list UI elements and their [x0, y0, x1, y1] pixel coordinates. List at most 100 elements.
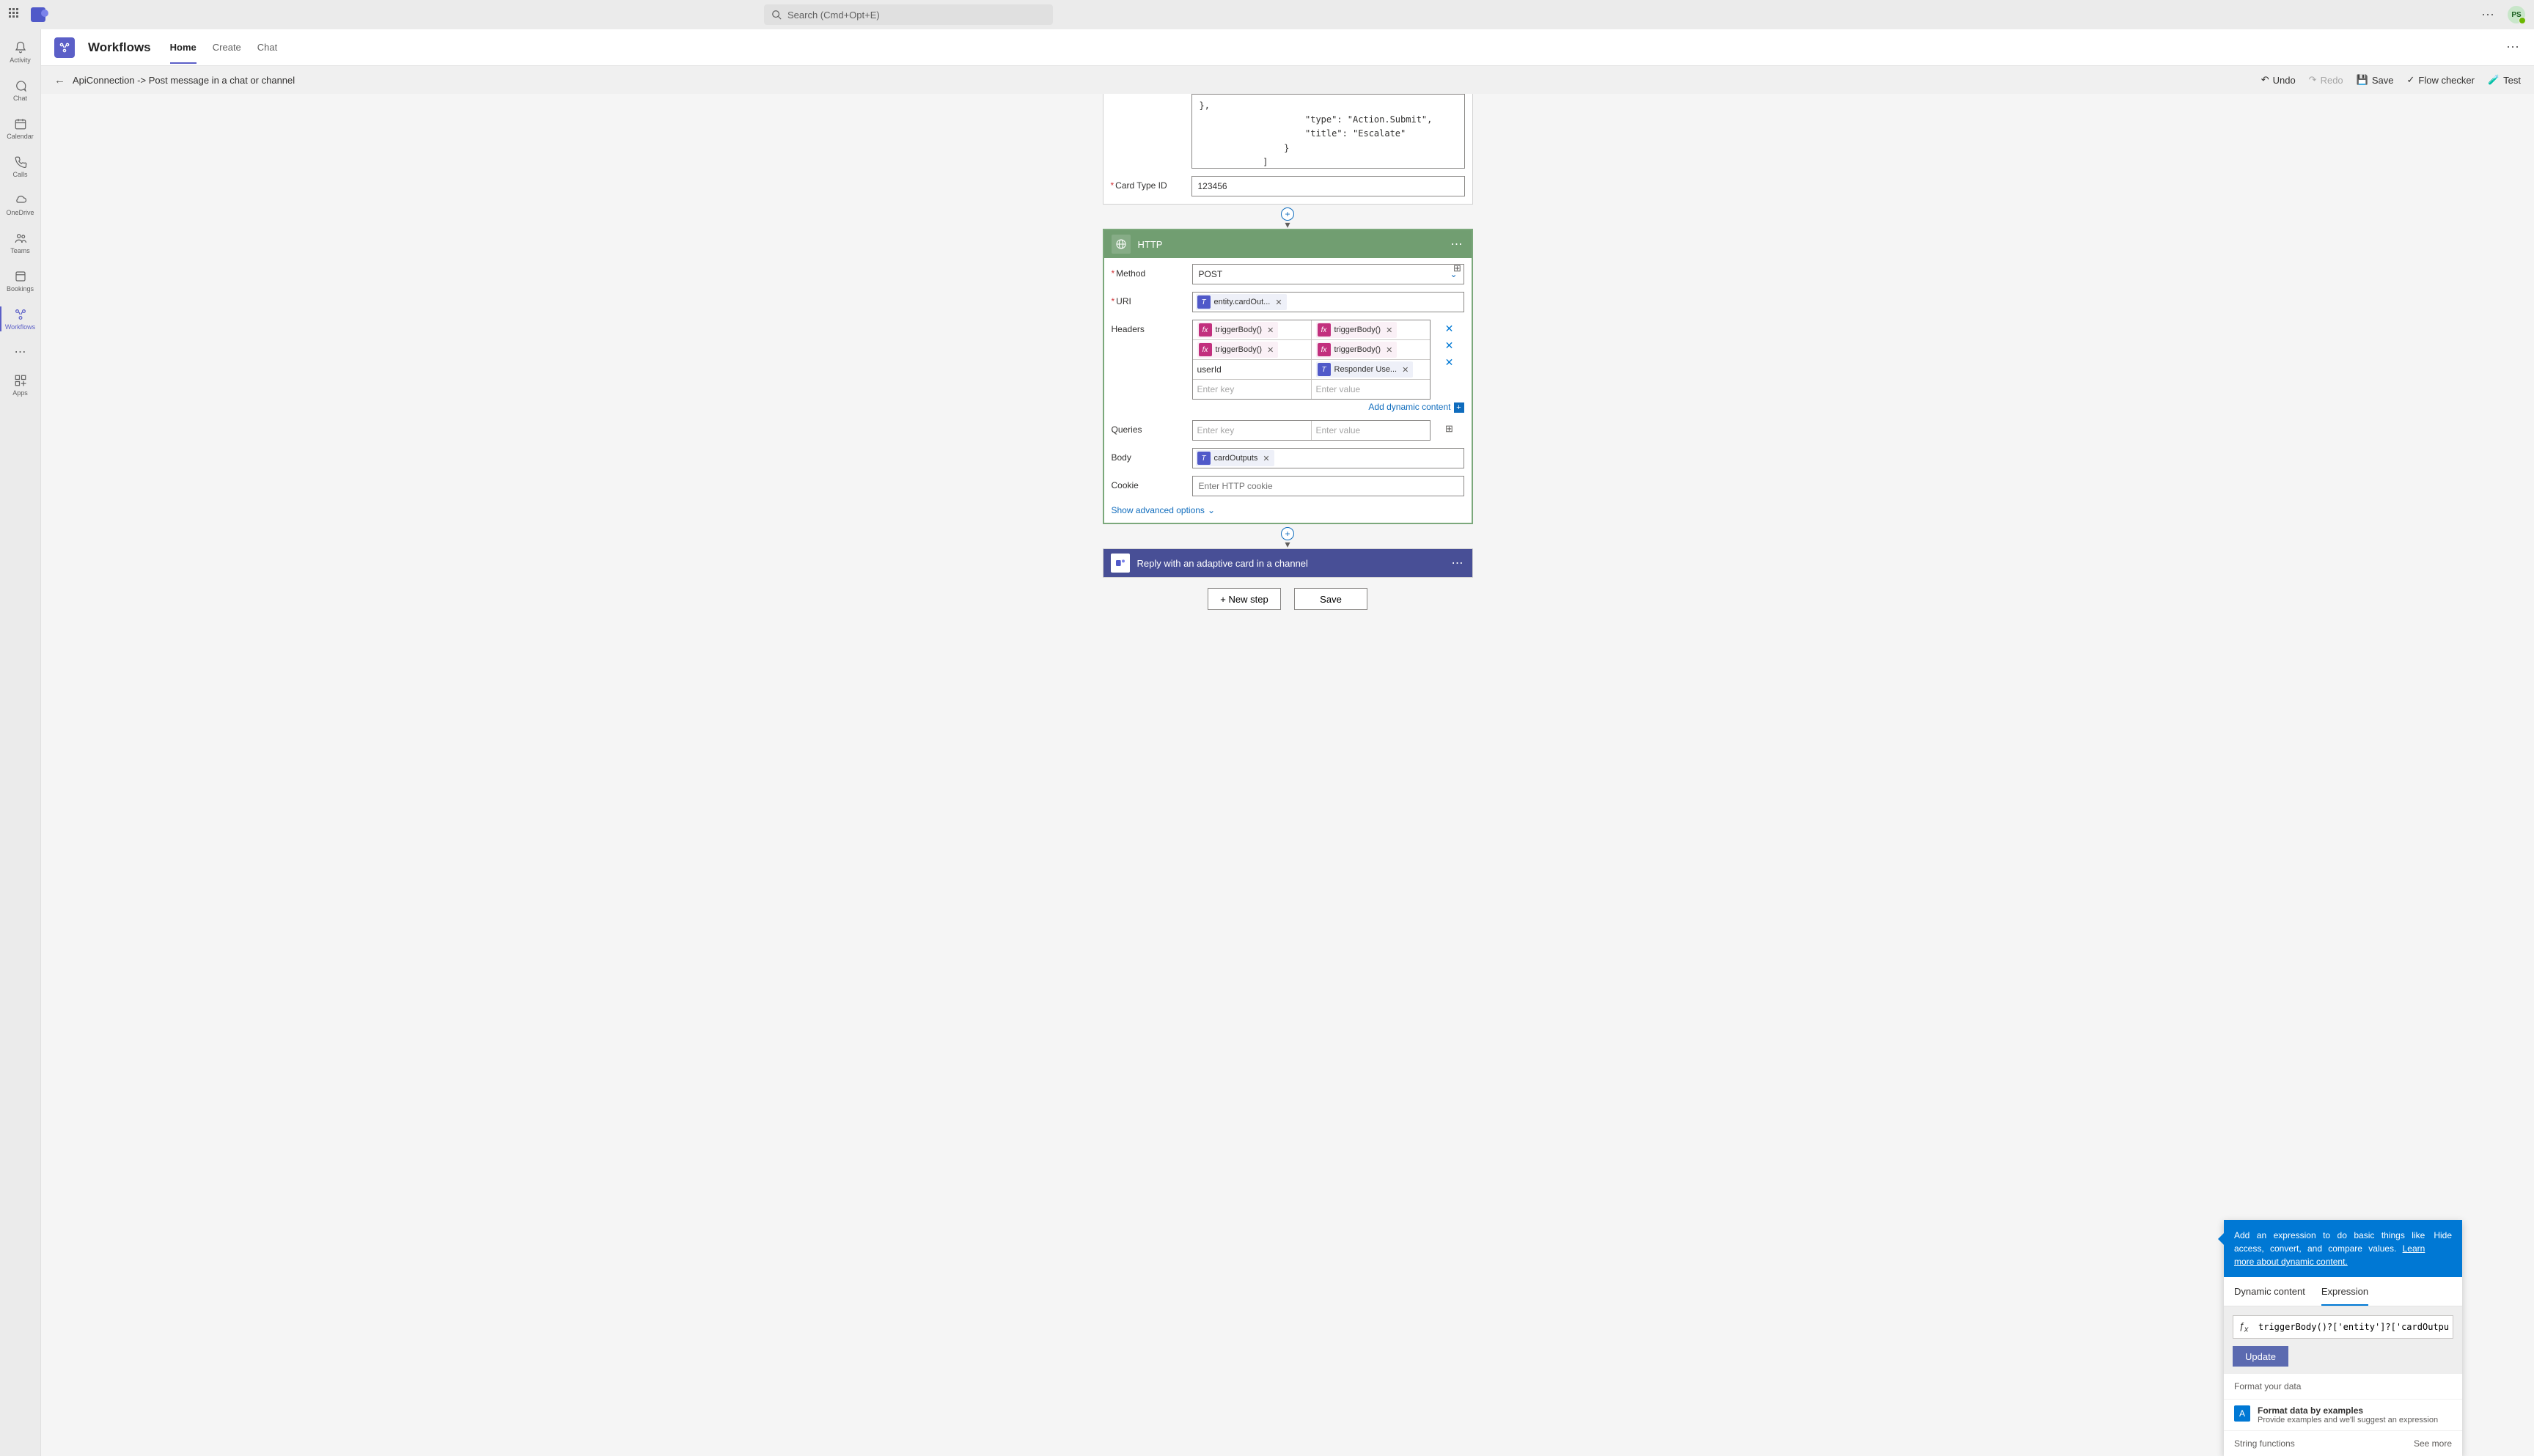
calendar-icon [13, 117, 28, 131]
back-button[interactable]: ← [54, 74, 65, 87]
show-advanced-link[interactable]: Show advanced options⌄ [1112, 505, 1464, 515]
new-step-button[interactable]: + New step [1208, 588, 1281, 610]
rail-bookings[interactable]: Bookings [0, 262, 41, 299]
header-val-token[interactable]: fxtriggerBody()✕ [1316, 342, 1398, 358]
rail-apps[interactable]: Apps [0, 367, 41, 403]
token-remove-icon[interactable]: ✕ [1384, 345, 1394, 355]
adaptive-card-json-editor[interactable]: }, "type": "Action.Submit", "title": "Es… [1191, 94, 1465, 169]
dc-tab-expression[interactable]: Expression [2321, 1277, 2368, 1306]
rail-teams[interactable]: Teams [0, 224, 41, 261]
token-remove-icon[interactable]: ✕ [1266, 326, 1275, 335]
http-card-header[interactable]: HTTP ⋯ [1104, 230, 1472, 258]
header-key-token[interactable]: fxtriggerBody()✕ [1197, 322, 1279, 338]
card-reply-adaptive[interactable]: Reply with an adaptive card in a channel… [1103, 548, 1473, 578]
dc-tab-dynamic[interactable]: Dynamic content [2234, 1277, 2305, 1306]
canvas-save-button[interactable]: Save [1294, 588, 1367, 610]
global-search[interactable]: Search (Cmd+Opt+E) [764, 4, 1053, 25]
header-val-token[interactable]: TResponder Use...✕ [1316, 361, 1414, 378]
expression-update-button[interactable]: Update [2233, 1346, 2288, 1367]
workflow-icon [13, 307, 28, 322]
arrow-down-icon: ▾ [1285, 540, 1290, 548]
header-key-text[interactable]: userId [1197, 364, 1222, 375]
test-icon: 🧪 [2488, 74, 2500, 86]
tab-chat[interactable]: Chat [257, 31, 277, 64]
rail-workflows[interactable]: Workflows [0, 301, 41, 337]
body-input[interactable]: TcardOutputs✕ [1192, 448, 1464, 468]
header-val-token[interactable]: fxtriggerBody()✕ [1316, 322, 1398, 338]
tab-create[interactable]: Create [213, 31, 241, 64]
delete-row-icon[interactable]: ✕ [1445, 323, 1454, 335]
dc-description: Add an expression to do basic things lik… [2234, 1229, 2425, 1268]
top-more-icon[interactable]: ⋯ [2481, 7, 2496, 23]
user-avatar[interactable]: PS [2508, 6, 2525, 23]
card-http: HTTP ⋯ *Method POST⌄ *URI [1103, 229, 1473, 524]
queries-grid[interactable]: Enter key Enter value [1192, 420, 1431, 441]
token-remove-icon[interactable]: ✕ [1261, 454, 1271, 463]
rail-label: Calendar [7, 133, 34, 140]
query-val-placeholder[interactable]: Enter value [1316, 425, 1361, 435]
token-remove-icon[interactable]: ✕ [1384, 326, 1394, 335]
fx-icon: fx [1318, 323, 1331, 337]
uri-token[interactable]: Tentity.cardOut...✕ [1196, 294, 1287, 310]
rail-onedrive[interactable]: OneDrive [0, 186, 41, 223]
cloud-icon [13, 193, 28, 207]
cookie-input[interactable] [1192, 476, 1464, 496]
apps-icon [13, 373, 28, 388]
query-key-placeholder[interactable]: Enter key [1197, 425, 1235, 435]
delete-row-icon[interactable]: ✕ [1445, 356, 1454, 369]
see-more-link[interactable]: See more [2414, 1438, 2452, 1449]
rail-label: Workflows [5, 323, 35, 331]
fx-icon: fx [1199, 343, 1212, 356]
format-item-title: Format data by examples [2258, 1405, 2438, 1416]
dc-hide-button[interactable]: Hide [2434, 1229, 2452, 1268]
card-type-id-input[interactable]: 123456 [1191, 176, 1465, 196]
method-select[interactable]: POST⌄ [1192, 264, 1464, 284]
reply-card-more-icon[interactable]: ⋯ [1452, 556, 1465, 570]
flow-canvas[interactable]: }, "type": "Action.Submit", "title": "Es… [41, 94, 2534, 1456]
format-icon: A [2234, 1405, 2250, 1422]
rail-calls[interactable]: Calls [0, 148, 41, 185]
rail-activity[interactable]: Activity [0, 34, 41, 70]
rail-label: Teams [10, 247, 30, 254]
token-remove-icon[interactable]: ✕ [1266, 345, 1275, 355]
arrow-down-icon: ▾ [1285, 221, 1290, 229]
headers-grid[interactable]: fxtriggerBody()✕ fxtriggerBody()✕ fxtrig… [1192, 320, 1431, 400]
delete-row-icon[interactable]: ✕ [1445, 339, 1454, 352]
token-remove-icon[interactable]: ✕ [1274, 298, 1283, 307]
redo-button: ↷Redo [2309, 74, 2343, 86]
more-icon: ⋯ [13, 345, 28, 359]
http-card-more-icon[interactable]: ⋯ [1451, 237, 1464, 251]
tab-home[interactable]: Home [170, 31, 197, 64]
fx-icon: fx [1199, 323, 1212, 337]
rail-more[interactable]: ⋯ [0, 339, 41, 365]
rail-chat[interactable]: Chat [0, 72, 41, 109]
token-remove-icon[interactable]: ✕ [1400, 365, 1410, 375]
phone-icon [13, 155, 28, 169]
http-card-title: HTTP [1138, 239, 1163, 250]
header-key-token[interactable]: fxtriggerBody()✕ [1197, 342, 1279, 358]
workflows-header: Workflows Home Create Chat ⋯ [41, 29, 2534, 66]
test-button[interactable]: 🧪Test [2488, 74, 2521, 86]
body-token[interactable]: TcardOutputs✕ [1196, 450, 1274, 466]
card-type-id-label: Card Type ID [1115, 180, 1167, 191]
rail-label: Apps [12, 389, 28, 397]
canvas-bottom-bar: + New step Save [1103, 588, 1473, 610]
expression-input[interactable] [2254, 1322, 2453, 1332]
rail-label: Calls [12, 171, 27, 178]
format-by-examples-item[interactable]: A Format data by examples Provide exampl… [2224, 1399, 2462, 1430]
add-dynamic-content-link[interactable]: Add dynamic content+ [1192, 402, 1464, 413]
rail-calendar[interactable]: Calendar [0, 110, 41, 147]
app-launcher-icon[interactable] [9, 8, 22, 21]
switch-mode-icon[interactable]: ⊞ [1445, 423, 1453, 435]
save-button[interactable]: 💾Save [2357, 74, 2394, 86]
header-val-placeholder[interactable]: Enter value [1316, 384, 1361, 394]
header-key-placeholder[interactable]: Enter key [1197, 384, 1235, 394]
workflows-app-icon [54, 37, 75, 58]
workflows-more-icon[interactable]: ⋯ [2506, 40, 2521, 55]
switch-mode-icon[interactable]: ⊞ [1453, 262, 1461, 274]
fx-icon: fx [1318, 343, 1331, 356]
flow-checker-button[interactable]: ✓Flow checker [2406, 74, 2474, 86]
undo-button[interactable]: ↶Undo [2261, 74, 2296, 86]
reply-card-header[interactable]: Reply with an adaptive card in a channel… [1103, 549, 1472, 577]
uri-input[interactable]: Tentity.cardOut...✕ [1192, 292, 1464, 312]
